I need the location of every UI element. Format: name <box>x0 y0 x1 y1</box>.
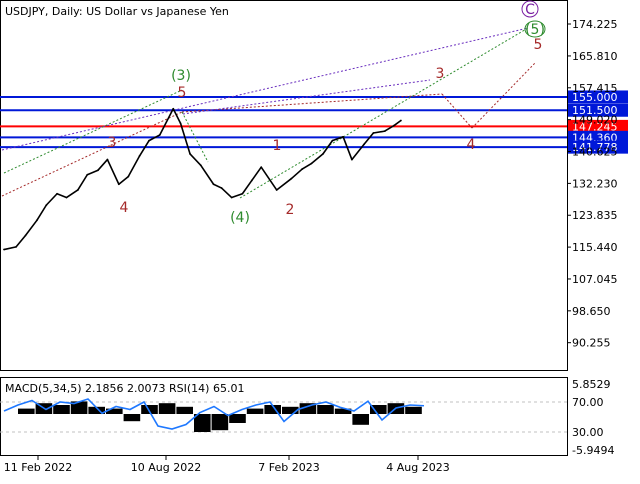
macd-histogram-bar <box>18 408 35 414</box>
price-point <box>56 192 58 195</box>
macd-histogram-bar <box>123 414 141 422</box>
y-tick-label: 140.625 <box>572 146 618 159</box>
wave-label: (3) <box>171 68 191 84</box>
chart-title: USDJPY, Daily: US Dollar vs Japanese Yen <box>5 5 229 18</box>
price-point <box>260 166 263 169</box>
macd-histogram-bar <box>352 414 369 425</box>
macd-histogram-bar <box>211 414 229 431</box>
macd-histogram-bar <box>317 405 334 414</box>
price-axis: 174.225 165.810 157.415 149.020 140.625 132.2… <box>567 18 618 350</box>
y-tick-label: 157.415 <box>572 82 618 95</box>
price-point <box>127 175 130 178</box>
price-point <box>189 152 191 155</box>
indicator-title: MACD(5,34,5) 2.1856 2.0073 RSI(14) 65.01 <box>5 382 244 395</box>
y-tick-label: 149.020 <box>572 114 618 127</box>
price-point <box>331 139 334 142</box>
macd-histogram-bar <box>53 405 70 414</box>
wave-label: 1 <box>273 138 282 154</box>
y-tick-label: 115.440 <box>572 241 618 254</box>
y-tick-label: 132.230 <box>572 177 618 190</box>
indicator-y-tick-label: -5.9494 <box>572 444 614 457</box>
price-point <box>290 177 293 180</box>
main-plot-area <box>0 0 568 371</box>
y-tick-label: 174.225 <box>572 18 618 31</box>
price-point <box>158 134 161 136</box>
price-point <box>230 196 233 199</box>
price-point <box>220 187 223 189</box>
macd-histogram-bar <box>176 406 193 414</box>
wave-label: 4 <box>467 137 476 153</box>
indicator-y-tick-label: 30.00 <box>572 426 604 439</box>
wave-label: 5 <box>534 37 543 53</box>
macd-histogram-bar <box>158 403 176 414</box>
price-point <box>86 173 89 176</box>
price-point <box>212 183 215 186</box>
macd-histogram-bar <box>405 406 422 414</box>
wave-label: (5) <box>525 22 545 38</box>
price-point <box>363 143 365 146</box>
price-point <box>301 168 304 170</box>
price-point <box>250 179 253 182</box>
indicator-y-tick-label: 5.8529 <box>572 378 611 391</box>
price-point <box>172 107 175 110</box>
price-point <box>36 219 38 222</box>
x-tick-label: 10 Aug 2022 <box>131 461 201 474</box>
price-point <box>179 122 182 125</box>
price-point <box>350 158 353 161</box>
indicator-y-tick-label: 70.00 <box>572 396 604 409</box>
wave-label: (4) <box>230 210 250 226</box>
price-point <box>3 248 5 251</box>
macd-histogram-bar <box>229 414 246 423</box>
x-tick-label: 4 Aug 2023 <box>386 461 449 474</box>
macd-histogram-bar <box>246 408 264 414</box>
price-point <box>383 130 386 133</box>
y-tick-label: 107.045 <box>572 273 618 286</box>
price-point <box>393 124 396 127</box>
price-point <box>241 192 244 195</box>
macd-histogram-bar <box>194 414 211 432</box>
price-point <box>15 245 17 248</box>
price-point <box>45 204 48 207</box>
y-tick-label: 90.255 <box>572 337 611 350</box>
price-point <box>199 164 202 167</box>
chart-window: 155.000 151.500 147.245 144.360 141.778 (3)(… <box>0 0 640 480</box>
price-point <box>372 132 375 134</box>
price-point <box>310 162 313 165</box>
wave-label: 2 <box>286 202 295 218</box>
price-point <box>322 152 324 155</box>
price-point <box>400 119 402 122</box>
price-point <box>65 196 68 199</box>
wave-label: 4 <box>120 200 129 216</box>
y-tick-label: 123.835 <box>572 209 618 222</box>
wave-label: 3 <box>108 135 117 151</box>
price-point <box>24 234 27 237</box>
y-tick-label: 165.810 <box>572 50 618 63</box>
price-point <box>76 189 79 191</box>
price-point <box>138 154 141 157</box>
price-point <box>342 135 345 138</box>
x-tick-label: 11 Feb 2022 <box>4 461 72 474</box>
wave-label: 3 <box>436 66 445 82</box>
y-tick-label: 98.650 <box>572 305 611 318</box>
price-point <box>275 189 278 191</box>
price-point <box>97 169 99 172</box>
x-tick-label: 7 Feb 2023 <box>258 461 319 474</box>
price-point <box>106 158 109 161</box>
price-point <box>117 183 120 186</box>
price-point <box>148 139 150 142</box>
time-axis: 11 Feb 2022 10 Aug 2022 7 Feb 2023 4 Aug 20… <box>4 456 450 474</box>
wave-label: 5 <box>178 85 187 101</box>
chart-canvas: 155.000151.500147.245144.360141.778 (3)(… <box>0 0 628 474</box>
